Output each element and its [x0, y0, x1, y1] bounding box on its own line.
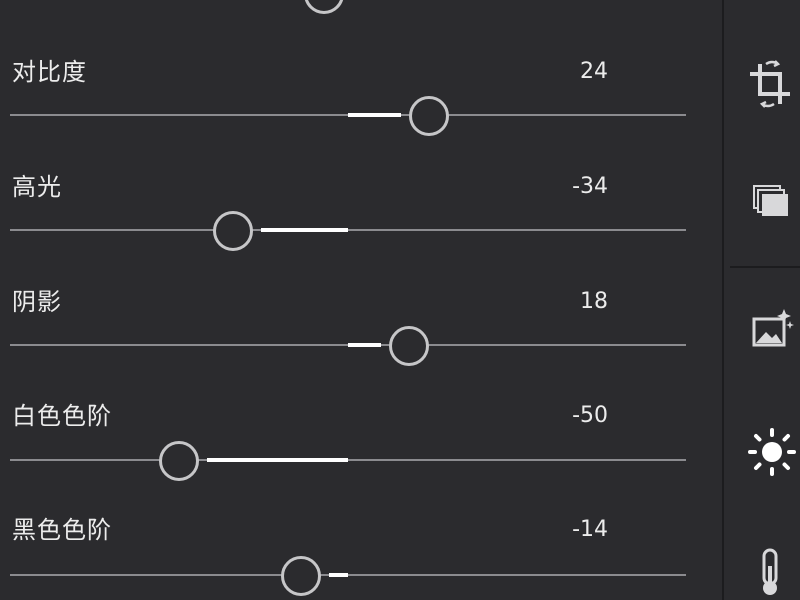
slider-knob[interactable] — [388, 326, 429, 366]
blacks-slider[interactable] — [10, 555, 686, 596]
enhance-image-icon[interactable] — [744, 305, 796, 357]
presets-icon[interactable] — [744, 178, 796, 230]
slider-fill — [348, 113, 402, 117]
slider-knob[interactable] — [409, 96, 450, 136]
adjustment-panel: 对比度 24 高光 -34 阴影 18 白色色阶 -50 黑色色阶 -14 — [0, 0, 722, 600]
whites-slider[interactable] — [10, 440, 686, 481]
whites-label: 白色色阶 — [12, 402, 112, 430]
whites-value[interactable]: -50 — [572, 402, 608, 430]
blacks-value[interactable]: -14 — [572, 516, 608, 544]
slider-knob[interactable] — [213, 211, 254, 251]
slider-track — [10, 574, 686, 576]
contrast-value[interactable]: 24 — [580, 58, 608, 86]
rail-separator — [730, 266, 800, 268]
highlights-label: 高光 — [12, 173, 62, 201]
highlights-slider[interactable] — [10, 210, 686, 251]
slider-fill — [328, 573, 348, 577]
contrast-slider[interactable] — [10, 95, 686, 136]
shadows-label: 阴影 — [12, 288, 62, 316]
slider-knob[interactable] — [304, 0, 345, 14]
color-temperature-icon[interactable] — [744, 544, 796, 596]
slider-track — [10, 229, 686, 231]
crop-rotate-icon[interactable] — [744, 58, 796, 110]
highlights-value[interactable]: -34 — [572, 173, 608, 201]
slider-fill — [261, 228, 348, 232]
slider-partial-top[interactable] — [10, 0, 686, 14]
contrast-label: 对比度 — [12, 58, 87, 86]
blacks-label: 黑色色阶 — [12, 516, 112, 544]
light-icon[interactable] — [744, 424, 796, 476]
slider-knob[interactable] — [280, 556, 321, 596]
shadows-value[interactable]: 18 — [580, 288, 608, 316]
slider-track — [10, 459, 686, 461]
slider-knob[interactable] — [159, 441, 199, 481]
slider-fill — [348, 343, 381, 347]
slider-fill — [207, 458, 348, 462]
shadows-slider[interactable] — [10, 325, 686, 366]
